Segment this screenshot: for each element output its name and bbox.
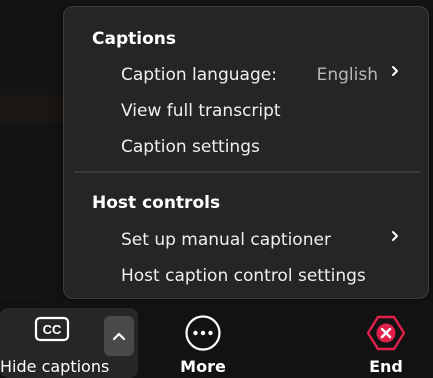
chevron-right-icon: [392, 231, 398, 241]
more-icon: [184, 314, 222, 356]
view-transcript-label: View full transcript: [121, 101, 281, 121]
end-label: End: [369, 357, 403, 376]
hide-captions-button[interactable]: CC Hide captions: [0, 308, 110, 378]
host-controls-section-title: Host controls: [92, 193, 221, 213]
end-button[interactable]: End: [350, 308, 422, 378]
menu-item-caption-language[interactable]: Caption language: English: [78, 58, 418, 92]
captions-options-button[interactable]: [104, 316, 134, 356]
cc-icon: CC: [34, 316, 70, 346]
chevron-right-icon: [392, 66, 398, 76]
menu-divider: [74, 171, 420, 173]
menu-item-manual-captioner[interactable]: Set up manual captioner: [78, 223, 418, 257]
manual-captioner-label: Set up manual captioner: [121, 230, 331, 250]
menu-item-view-transcript[interactable]: View full transcript: [78, 94, 418, 128]
menu-item-caption-settings[interactable]: Caption settings: [78, 130, 418, 164]
svg-text:CC: CC: [43, 322, 62, 337]
hide-captions-label: Hide captions: [0, 357, 110, 376]
caption-language-value: English: [316, 65, 378, 85]
captions-control-group: CC Hide captions: [0, 308, 138, 378]
captions-menu: Captions Caption language: English View …: [63, 6, 429, 299]
caption-settings-label: Caption settings: [121, 137, 260, 157]
chevron-up-icon: [112, 332, 126, 341]
end-icon: [366, 314, 406, 356]
caption-language-label: Caption language:: [121, 65, 277, 85]
menu-item-host-caption-settings[interactable]: Host caption control settings: [78, 259, 418, 293]
more-label: More: [180, 357, 226, 376]
more-button[interactable]: More: [163, 308, 243, 378]
background-stripe: [0, 95, 70, 123]
host-caption-settings-label: Host caption control settings: [121, 266, 366, 286]
captions-section-title: Captions: [92, 29, 176, 49]
meeting-toolbar: CC Hide captions More End: [0, 300, 433, 378]
